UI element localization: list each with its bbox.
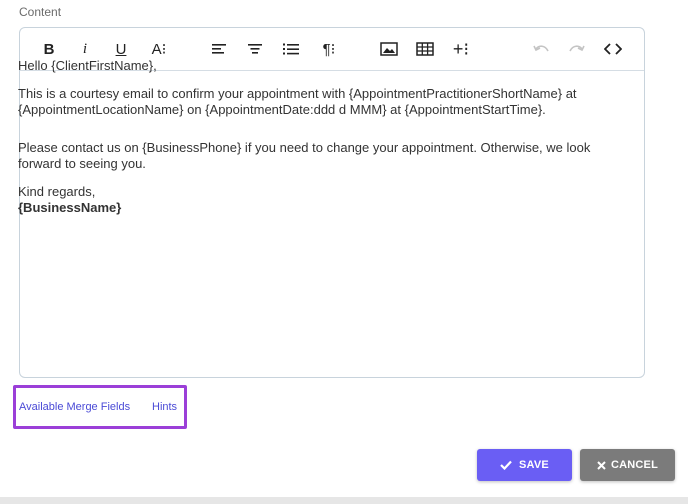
content-label: Content	[19, 5, 62, 19]
hints-link[interactable]: Hints	[152, 401, 177, 413]
insert-more-icon: +⁝	[452, 39, 470, 59]
undo-icon	[533, 45, 549, 52]
italic-icon: i	[82, 40, 88, 57]
confirm-line-2: {AppointmentLocationName} on {Appointmen…	[18, 102, 546, 117]
table-icon	[416, 42, 434, 56]
contact-line-2: forward to seeing you.	[18, 156, 146, 171]
close-icon	[597, 460, 606, 470]
cancel-button[interactable]: CANCEL	[580, 449, 675, 481]
available-merge-fields-link[interactable]: Available Merge Fields	[19, 401, 130, 413]
signoff-line: Kind regards,	[18, 184, 96, 199]
cancel-button-label: CANCEL	[610, 459, 659, 471]
signature-line: {BusinessName}	[18, 200, 122, 215]
underline-icon: U	[115, 40, 127, 58]
bold-icon: B	[43, 40, 55, 58]
font-size-icon: A⁝	[151, 40, 167, 58]
redo-icon	[569, 45, 585, 52]
code-icon	[604, 43, 622, 55]
footer-bar	[0, 497, 688, 504]
contact-line-1: Please contact us on {BusinessPhone} if …	[18, 140, 591, 155]
align-center-icon	[248, 44, 262, 54]
paragraph-icon: ¶⁝	[322, 40, 336, 58]
ordered-list-icon	[283, 43, 299, 55]
check-icon	[500, 460, 512, 470]
email-body[interactable]: Hello {ClientFirstName}, This is a court…	[18, 58, 608, 216]
greeting-line: Hello {ClientFirstName},	[18, 58, 157, 73]
save-button[interactable]: SAVE	[477, 449, 572, 481]
confirm-line-1: This is a courtesy email to confirm your…	[18, 86, 577, 101]
align-left-icon	[212, 44, 226, 54]
image-icon	[380, 42, 398, 56]
save-button-label: SAVE	[519, 459, 549, 471]
